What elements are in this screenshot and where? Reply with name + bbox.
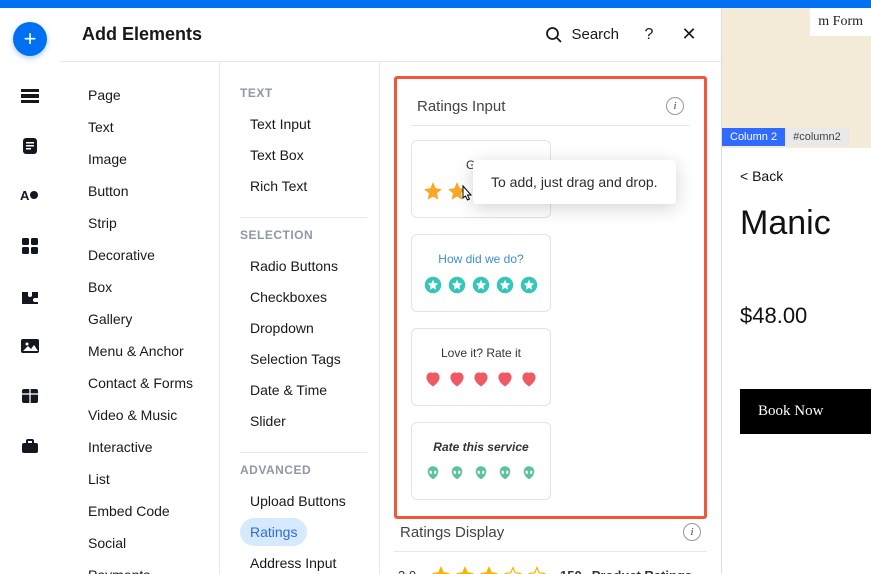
category-item[interactable]: List — [78, 464, 120, 494]
score-value: 3.0 — [398, 568, 422, 574]
svg-text:A: A — [20, 188, 30, 203]
styles-icon[interactable]: A — [20, 186, 40, 206]
preset-label: Rate this service — [433, 440, 528, 454]
category-item[interactable]: Payments — [78, 560, 160, 574]
group-label-selection: SELECTION — [240, 228, 367, 242]
subcategory-item[interactable]: Radio Buttons — [240, 252, 348, 280]
data-icon[interactable] — [20, 386, 40, 406]
category-item[interactable]: Gallery — [78, 304, 142, 334]
rating-input-preset[interactable]: Love it? Rate it — [411, 328, 551, 406]
panel-title: Add Elements — [82, 24, 525, 45]
count-value: 150 — [560, 568, 582, 574]
category-item[interactable]: Decorative — [78, 240, 165, 270]
section-title: Ratings Display — [400, 524, 504, 541]
product-title: Manic — [740, 204, 871, 243]
column-id-chip[interactable]: #column2 — [785, 128, 849, 146]
canvas-form-label: m Form — [810, 8, 871, 36]
category-item[interactable]: Contact & Forms — [78, 368, 203, 398]
info-icon[interactable]: i — [683, 523, 701, 541]
book-now-button[interactable]: Book Now — [740, 389, 871, 434]
desc-label: Product Ratings — [592, 568, 692, 574]
preset-label: Love it? Rate it — [441, 346, 521, 360]
category-item[interactable]: Page — [78, 80, 131, 110]
category-item[interactable]: Embed Code — [78, 496, 180, 526]
subcategories-list: TEXT Text Input Text Box Rich Text SELECTI… — [220, 62, 380, 574]
category-item[interactable]: Menu & Anchor — [78, 336, 194, 366]
category-item[interactable]: Box — [78, 272, 122, 302]
search-icon — [545, 26, 563, 44]
rating-input-preset[interactable]: Rate this service — [411, 422, 551, 500]
canvas-preview: m Form Column 2 #column2 < Back Manic $4… — [721, 8, 871, 574]
subcategory-item[interactable]: Dropdown — [240, 314, 324, 342]
close-icon[interactable]: ✕ — [679, 24, 699, 45]
page-icon[interactable] — [20, 136, 40, 156]
cursor-icon — [457, 184, 475, 204]
category-item[interactable]: Image — [78, 144, 137, 174]
subcategory-item[interactable]: Date & Time — [240, 376, 337, 404]
subcategory-item[interactable]: Slider — [240, 407, 296, 435]
subcategory-item[interactable]: Checkboxes — [240, 283, 337, 311]
category-item[interactable]: Social — [78, 528, 136, 558]
subcategory-item[interactable]: Ratings — [240, 518, 307, 546]
subcategory-item[interactable]: Address Input — [240, 549, 346, 574]
product-price: $48.00 — [740, 303, 871, 329]
section-title: Ratings Input — [417, 98, 505, 115]
section-icon[interactable] — [20, 86, 40, 106]
help-icon[interactable]: ? — [639, 26, 659, 44]
drag-tooltip: To add, just drag and drop. — [473, 160, 676, 204]
add-button[interactable]: + — [13, 22, 47, 56]
category-item[interactable]: Button — [78, 176, 138, 206]
category-item[interactable]: Video & Music — [78, 400, 187, 430]
subcategory-item[interactable]: Text Input — [240, 110, 321, 138]
preset-label: How did we do? — [438, 252, 523, 266]
apps-icon[interactable] — [20, 236, 40, 256]
category-item[interactable]: Strip — [78, 208, 127, 238]
search-button[interactable]: Search — [545, 26, 619, 44]
category-item[interactable]: Interactive — [78, 432, 163, 462]
group-label-advanced: ADVANCED — [240, 463, 367, 477]
categories-list: PageTextImageButtonStripDecorativeBoxGal… — [60, 62, 220, 574]
search-label: Search — [571, 26, 619, 43]
group-label-text: TEXT — [240, 86, 367, 100]
category-item[interactable]: Text — [78, 112, 124, 142]
subcategory-item[interactable]: Text Box — [240, 141, 314, 169]
subcategory-item[interactable]: Rich Text — [240, 172, 317, 200]
back-link[interactable]: < Back — [740, 168, 871, 184]
ratings-input-section: Ratings Input i To add, just drag and dr… — [394, 76, 707, 519]
rating-display-row[interactable]: 3.0 150 Product Ratings — [398, 566, 703, 574]
info-icon[interactable]: i — [666, 97, 684, 115]
column-chip[interactable]: Column 2 — [722, 128, 785, 146]
business-icon[interactable] — [20, 436, 40, 456]
media-icon[interactable] — [20, 336, 40, 356]
subcategory-item[interactable]: Selection Tags — [240, 345, 351, 373]
subcategory-item[interactable]: Upload Buttons — [240, 487, 356, 515]
plugin-icon[interactable] — [20, 286, 40, 306]
rating-input-preset[interactable]: How did we do? — [411, 234, 551, 312]
